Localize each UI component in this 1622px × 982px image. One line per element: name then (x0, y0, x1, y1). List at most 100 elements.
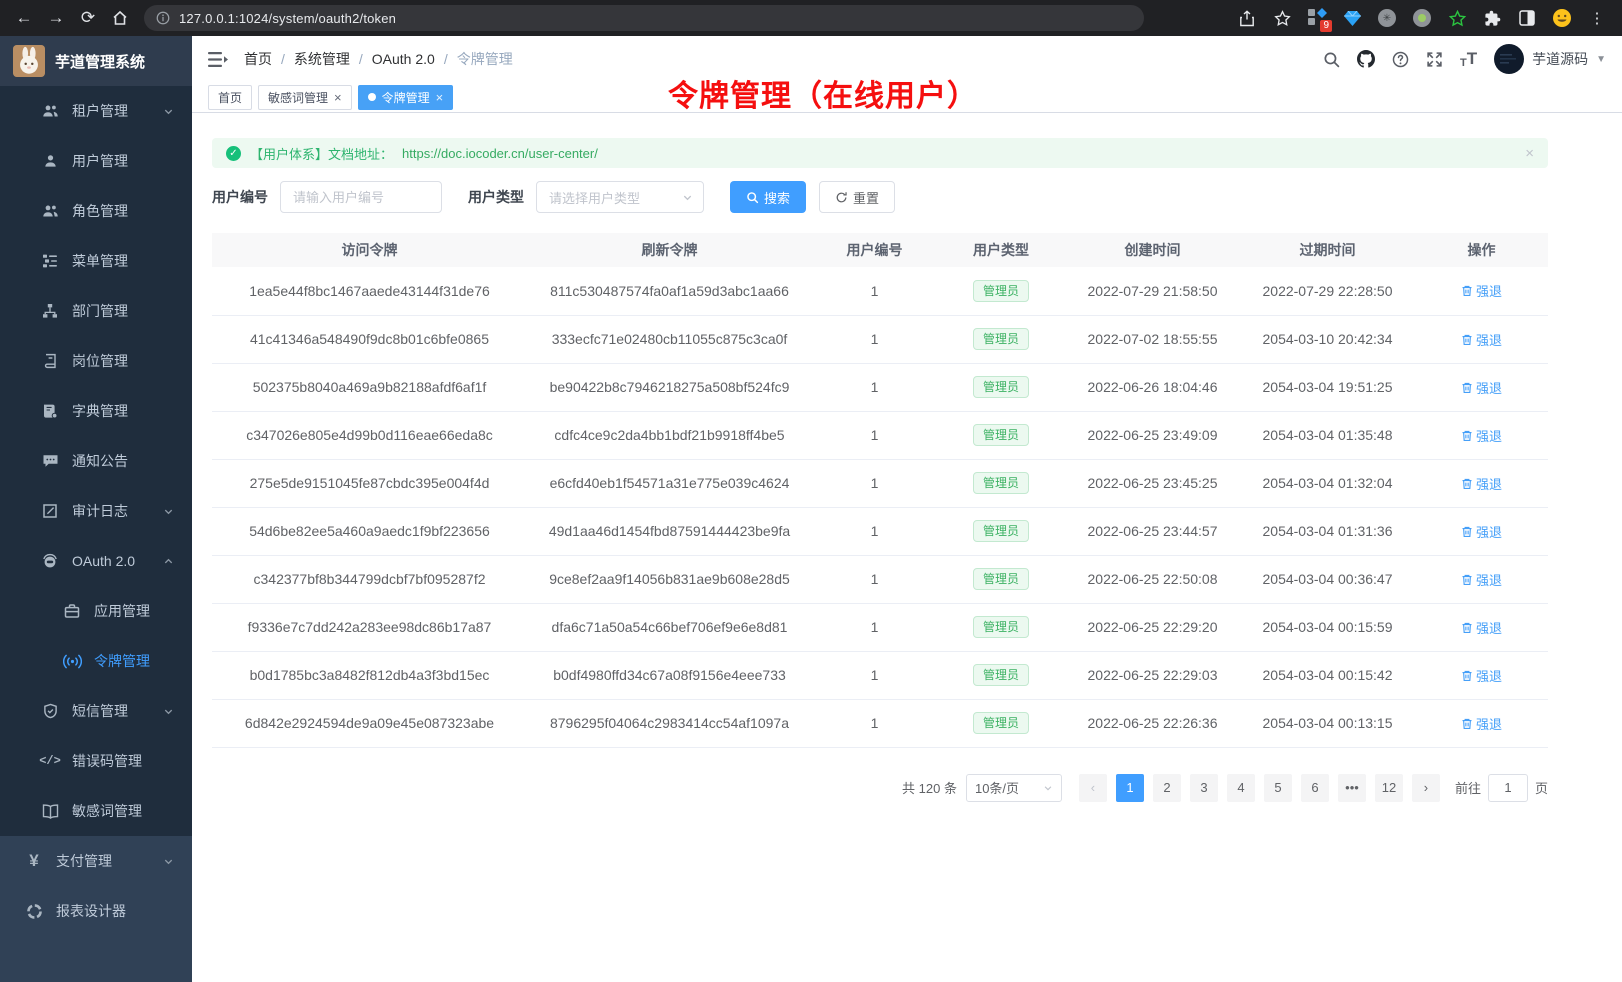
next-page-button[interactable]: › (1412, 774, 1440, 802)
created-time-cell: 2022-06-25 22:29:20 (1065, 603, 1240, 651)
sidebar-item-tenant[interactable]: 租户管理 (0, 86, 192, 136)
force-logout-button[interactable]: 强退 (1461, 714, 1502, 733)
help-doc-button[interactable] (1392, 51, 1409, 68)
split-window-icon (1519, 10, 1535, 26)
user-type-badge: 管理员 (973, 328, 1029, 350)
browser-reload-button[interactable]: ⟳ (74, 4, 102, 32)
user-id-label: 用户编号 (212, 187, 268, 207)
user-id-cell: 1 (812, 411, 937, 459)
user-menu[interactable]: 芋道源码 ▼ (1494, 44, 1606, 74)
tab-close-icon[interactable]: × (436, 91, 444, 104)
search-button[interactable]: 搜索 (730, 181, 806, 213)
sidebar-item-dict[interactable]: 字典管理 (0, 386, 192, 436)
table-row: 1ea5e44f8bc1467aaede43144f31de76 811c530… (212, 267, 1548, 315)
force-logout-button[interactable]: 强退 (1461, 426, 1502, 445)
force-logout-button[interactable]: 强退 (1461, 378, 1502, 397)
address-bar[interactable]: 127.0.0.1:1024/system/oauth2/token (144, 5, 1144, 31)
refresh-icon (835, 191, 848, 204)
header-search-button[interactable] (1323, 51, 1340, 68)
page-size-select[interactable]: 10条/页 (966, 774, 1062, 802)
sidebar-item-oauth-token[interactable]: 令牌管理 (0, 636, 192, 686)
sidebar-item-report[interactable]: 报表设计器 (0, 886, 192, 936)
force-logout-button[interactable]: 强退 (1461, 570, 1502, 589)
force-logout-button[interactable]: 强退 (1461, 666, 1502, 685)
force-logout-button[interactable]: 强退 (1461, 618, 1502, 637)
actions-cell: 强退 (1415, 459, 1548, 507)
share-button[interactable] (1236, 7, 1258, 29)
page-button-1[interactable]: 1 (1116, 774, 1144, 802)
user-type-badge: 管理员 (973, 424, 1029, 446)
browser-home-button[interactable] (106, 4, 134, 32)
user-id-cell: 1 (812, 603, 937, 651)
fullscreen-button[interactable] (1426, 51, 1443, 68)
sidebar-item-user[interactable]: 用户管理 (0, 136, 192, 186)
emoji-avatar-icon (1552, 8, 1572, 28)
tab-敏感词管理[interactable]: 敏感词管理 × (258, 85, 352, 110)
alert-close-icon[interactable]: × (1525, 145, 1534, 162)
force-logout-button[interactable]: 强退 (1461, 330, 1502, 349)
tab-首页[interactable]: 首页 × (208, 85, 252, 110)
user-type-select[interactable]: 请选择用户类型 (536, 181, 704, 213)
sidebar-item-audit[interactable]: 审计日志 (0, 486, 192, 536)
sidebar-item-errcode[interactable]: </> 错误码管理 (0, 736, 192, 786)
force-logout-button[interactable]: 强退 (1461, 474, 1502, 493)
split-view-button[interactable] (1516, 7, 1538, 29)
pay-icon: ¥ (24, 851, 44, 871)
access-token-cell: c347026e805e4d99b0d116eae66eda8c (212, 411, 527, 459)
extension-gem-button[interactable] (1341, 7, 1363, 29)
sidebar-item-sms[interactable]: 短信管理 (0, 686, 192, 736)
page-button-4[interactable]: 4 (1227, 774, 1255, 802)
github-link-button[interactable] (1357, 50, 1375, 68)
force-logout-button[interactable]: 强退 (1461, 522, 1502, 541)
browser-back-button[interactable]: ← (10, 4, 38, 32)
sidebar-item-dept[interactable]: 部门管理 (0, 286, 192, 336)
sidebar-item-pay[interactable]: ¥ 支付管理 (0, 836, 192, 886)
reset-button[interactable]: 重置 (819, 181, 895, 213)
doc-link[interactable]: https://doc.iocoder.cn/user-center/ (402, 146, 598, 161)
sidebar-item-notice[interactable]: 通知公告 (0, 436, 192, 486)
profile-avatar-button[interactable] (1551, 7, 1573, 29)
breadcrumb-home[interactable]: 首页 (244, 49, 272, 69)
tab-close-icon[interactable]: × (334, 91, 342, 104)
sidebar-item-role[interactable]: 角色管理 (0, 186, 192, 236)
dept-icon (40, 303, 60, 319)
extension-star-button[interactable] (1446, 7, 1468, 29)
sidebar-collapse-button[interactable] (208, 51, 228, 68)
access-token-cell: 275e5de9151045fe87cbdc395e004f4d (212, 459, 527, 507)
app-logo[interactable]: 芋道管理系统 (0, 36, 192, 86)
breadcrumb-oauth[interactable]: OAuth 2.0 (372, 51, 435, 67)
extension-record-button[interactable] (1411, 7, 1433, 29)
expire-time-cell: 2054-03-10 20:42:34 (1240, 315, 1415, 363)
sidebar-item-post[interactable]: 岗位管理 (0, 336, 192, 386)
site-info-icon[interactable] (156, 11, 170, 25)
table-row: c342377bf8b344799dcbf7bf095287f2 9ce8ef2… (212, 555, 1548, 603)
browser-menu-button[interactable]: ⋮ (1586, 7, 1608, 29)
sidebar-item-sensitive[interactable]: 敏感词管理 (0, 786, 192, 836)
page-button-6[interactable]: 6 (1301, 774, 1329, 802)
table-row: f9336e7c7dd242a283ee98dc86b17a87 dfa6c71… (212, 603, 1548, 651)
extension-circle-button[interactable]: ✳ (1376, 7, 1398, 29)
sidebar-item-oauth[interactable]: OAuth 2.0 (0, 536, 192, 586)
font-size-button[interactable]: TT (1460, 49, 1477, 69)
page-button-5[interactable]: 5 (1264, 774, 1292, 802)
sms-icon (40, 703, 60, 719)
extension-grid-button[interactable]: 9 (1306, 7, 1328, 29)
extensions-menu-button[interactable] (1481, 7, 1503, 29)
prev-page-button[interactable]: ‹ (1079, 774, 1107, 802)
bookmark-button[interactable] (1271, 7, 1293, 29)
refresh-token-cell: e6cfd40eb1f54571a31e775e039c4624 (527, 459, 812, 507)
page-button-3[interactable]: 3 (1190, 774, 1218, 802)
trash-icon (1461, 621, 1473, 634)
col-access-token: 访问令牌 (212, 233, 527, 267)
page-button-12[interactable]: 12 (1375, 774, 1403, 802)
tab-令牌管理[interactable]: 令牌管理 × (358, 85, 454, 110)
breadcrumb-system[interactable]: 系统管理 (294, 49, 350, 69)
force-logout-button[interactable]: 强退 (1461, 281, 1502, 300)
sidebar-item-menu[interactable]: 菜单管理 (0, 236, 192, 286)
browser-forward-button[interactable]: → (42, 4, 70, 32)
page-more-button[interactable]: ••• (1338, 774, 1366, 802)
page-button-2[interactable]: 2 (1153, 774, 1181, 802)
goto-page-input[interactable] (1488, 774, 1528, 802)
sidebar-item-oauth-app[interactable]: 应用管理 (0, 586, 192, 636)
user-id-input[interactable] (280, 181, 442, 213)
